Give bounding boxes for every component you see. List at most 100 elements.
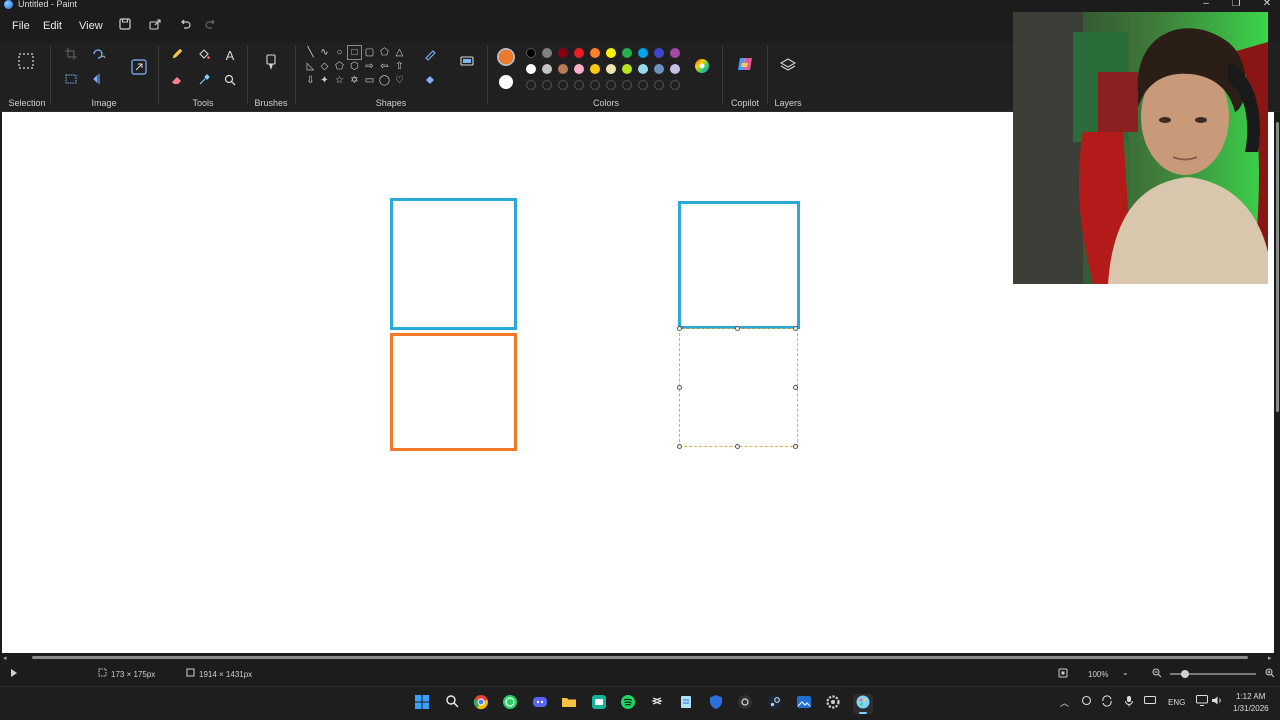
- rectangle-shape-icon[interactable]: □: [347, 45, 362, 60]
- brush-icon[interactable]: [260, 54, 282, 76]
- copilot-icon[interactable]: [734, 55, 756, 77]
- vertical-scroll-thumb[interactable]: [1276, 122, 1279, 412]
- crop-icon[interactable]: [60, 45, 82, 67]
- custom-color-slot[interactable]: [590, 80, 600, 90]
- palette-color-swatch[interactable]: [558, 48, 568, 58]
- oval-shape-icon[interactable]: ○: [333, 46, 346, 59]
- shape-style-icon[interactable]: [456, 54, 478, 76]
- polygon-shape-icon[interactable]: ⬠: [378, 46, 391, 59]
- monitor-icon[interactable]: [1196, 695, 1208, 708]
- zoom-level-text[interactable]: 100%: [1088, 670, 1108, 679]
- settings-gear-icon[interactable]: [823, 694, 843, 714]
- star4-shape-icon[interactable]: ✦: [318, 74, 331, 87]
- palette-color-swatch[interactable]: [590, 48, 600, 58]
- palette-color-swatch[interactable]: [574, 48, 584, 58]
- discord-icon[interactable]: [530, 694, 550, 714]
- capcut-icon[interactable]: [647, 694, 667, 714]
- selection-handle[interactable]: [677, 385, 682, 390]
- outline-icon[interactable]: [420, 46, 442, 68]
- curve-shape-icon[interactable]: ∿: [318, 46, 331, 59]
- rounded-rectangle-shape-icon[interactable]: ▢: [363, 46, 376, 59]
- selection-box-right[interactable]: [679, 328, 798, 447]
- minimize-button[interactable]: –: [1196, 0, 1216, 9]
- share-icon[interactable]: [146, 17, 164, 35]
- menu-edit[interactable]: Edit: [43, 20, 62, 32]
- security-shield-icon[interactable]: [706, 694, 726, 714]
- maximize-button[interactable]: ❐: [1226, 0, 1246, 9]
- custom-color-slot[interactable]: [574, 80, 584, 90]
- palette-color-swatch[interactable]: [606, 48, 616, 58]
- teal-app-icon[interactable]: [589, 694, 609, 714]
- volume-icon[interactable]: [1211, 695, 1223, 708]
- whatsapp-icon[interactable]: [500, 694, 520, 714]
- palette-color-swatch[interactable]: [526, 64, 536, 74]
- start-icon[interactable]: [412, 694, 432, 714]
- selection-rectangle-icon[interactable]: [15, 52, 37, 74]
- star5-shape-icon[interactable]: ☆: [333, 74, 346, 87]
- arrow-down-shape-icon[interactable]: ⇩: [304, 74, 317, 87]
- horizontal-scrollbar[interactable]: ◂ ▸: [0, 654, 1280, 662]
- obs-icon[interactable]: [735, 694, 755, 714]
- undo-icon[interactable]: [176, 17, 194, 35]
- custom-color-slot[interactable]: [670, 80, 680, 90]
- tray-app-icon[interactable]: [1081, 695, 1092, 708]
- palette-color-swatch[interactable]: [670, 48, 680, 58]
- palette-color-swatch[interactable]: [526, 48, 536, 58]
- vertical-scrollbar[interactable]: [1274, 112, 1280, 655]
- hexagon-shape-icon[interactable]: ⬡: [348, 60, 361, 73]
- tray-sync-icon[interactable]: [1101, 695, 1113, 709]
- paint-taskbar-icon[interactable]: [853, 694, 873, 714]
- fit-to-window-icon[interactable]: [1058, 668, 1068, 680]
- callout-oval-shape-icon[interactable]: ◯: [378, 74, 391, 87]
- custom-color-slot[interactable]: [606, 80, 616, 90]
- primary-color-swatch[interactable]: [497, 48, 515, 66]
- color-picker-icon[interactable]: [193, 71, 215, 93]
- palette-color-swatch[interactable]: [638, 48, 648, 58]
- palette-color-swatch[interactable]: [670, 64, 680, 74]
- selection-handle[interactable]: [677, 444, 682, 449]
- custom-color-slot[interactable]: [526, 80, 536, 90]
- selection-handle[interactable]: [735, 444, 740, 449]
- image-select-icon[interactable]: [60, 70, 82, 92]
- microphone-icon[interactable]: [1124, 695, 1134, 709]
- resize-icon[interactable]: [128, 58, 150, 80]
- line-shape-icon[interactable]: ╲: [304, 46, 317, 59]
- pencil-icon[interactable]: [166, 45, 188, 67]
- close-button[interactable]: ✕: [1257, 0, 1277, 9]
- fill-bucket-icon[interactable]: [193, 45, 215, 67]
- custom-color-slot[interactable]: [654, 80, 664, 90]
- text-tool-icon[interactable]: A: [219, 45, 241, 67]
- magnifier-icon[interactable]: [219, 71, 241, 93]
- palette-color-swatch[interactable]: [654, 64, 664, 74]
- palette-color-swatch[interactable]: [606, 64, 616, 74]
- zoom-out-icon[interactable]: [1152, 668, 1162, 680]
- notepad-icon[interactable]: [676, 694, 696, 714]
- scroll-left-arrow-icon[interactable]: ◂: [3, 654, 7, 662]
- zoom-in-icon[interactable]: [1265, 668, 1275, 680]
- diamond-shape-icon[interactable]: ◇: [318, 60, 331, 73]
- arrow-up-shape-icon[interactable]: ⇧: [393, 60, 406, 73]
- steam-icon[interactable]: [765, 694, 785, 714]
- file-explorer-icon[interactable]: [559, 694, 579, 714]
- photos-icon[interactable]: [794, 694, 814, 714]
- palette-color-swatch[interactable]: [542, 48, 552, 58]
- scroll-right-arrow-icon[interactable]: ▸: [1268, 654, 1272, 662]
- menu-file[interactable]: File: [12, 20, 30, 32]
- save-icon[interactable]: [116, 17, 134, 35]
- palette-color-swatch[interactable]: [654, 48, 664, 58]
- clock-date[interactable]: 1/31/2026: [1233, 704, 1269, 713]
- tray-overflow-chevron-icon[interactable]: ︿: [1060, 696, 1069, 709]
- custom-color-slot[interactable]: [638, 80, 648, 90]
- zoom-slider-thumb[interactable]: [1181, 670, 1189, 678]
- palette-color-swatch[interactable]: [638, 64, 648, 74]
- selection-handle[interactable]: [735, 326, 740, 331]
- palette-color-swatch[interactable]: [622, 48, 632, 58]
- search-icon[interactable]: [442, 694, 462, 714]
- arrow-left-shape-icon[interactable]: ⇦: [378, 60, 391, 73]
- palette-color-swatch[interactable]: [558, 64, 568, 74]
- rotate-icon[interactable]: [88, 45, 110, 67]
- flip-icon[interactable]: [88, 70, 110, 92]
- right-triangle-shape-icon[interactable]: ◺: [304, 60, 317, 73]
- edit-colors-icon[interactable]: [691, 57, 713, 79]
- pentagon-shape-icon[interactable]: ⬠: [333, 60, 346, 73]
